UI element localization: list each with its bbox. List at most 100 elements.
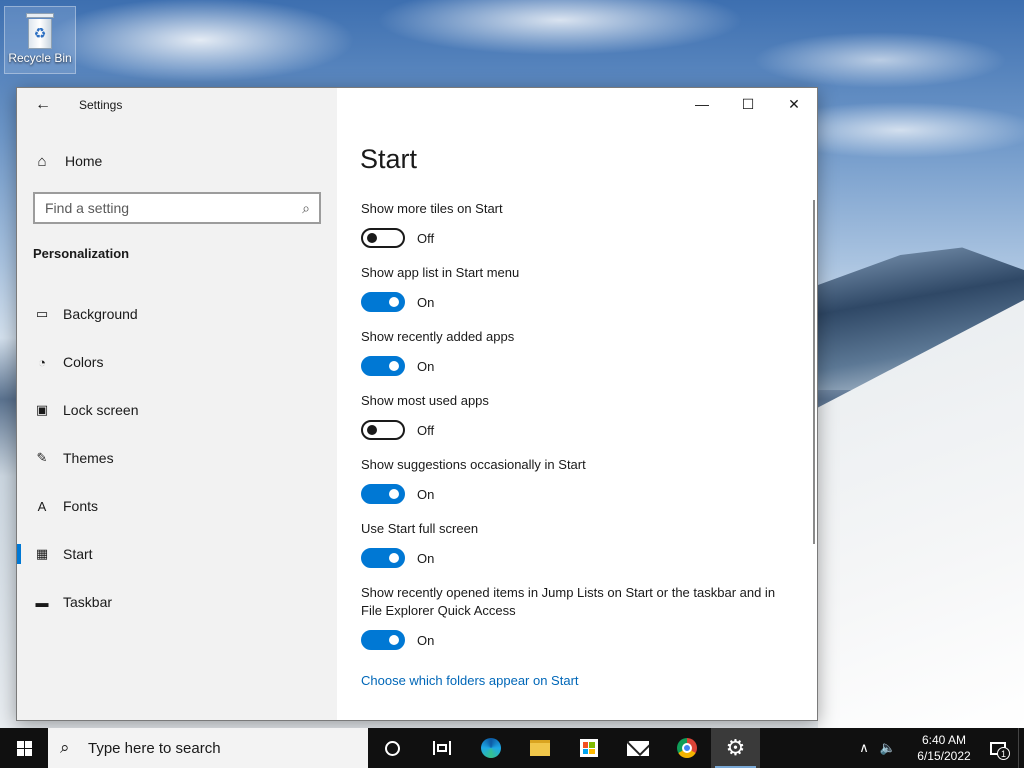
taskbar-icon: ▬ [35,594,49,610]
back-button[interactable]: ← [31,94,55,116]
taskbar-task-view[interactable] [417,728,466,768]
taskbar-settings[interactable]: ⚙ [711,728,760,768]
task-view-icon [432,741,451,755]
desktop-icon-label: Recycle Bin [8,51,72,65]
mail-icon [626,740,649,756]
sidebar-item-background[interactable]: ▭ Background [17,290,337,338]
setting-label: Show most used apps [361,393,489,408]
taskbar-search-box[interactable]: ⌕ Type here to search [48,728,368,768]
folder-icon [529,740,550,756]
taskbar-file-explorer[interactable] [515,728,564,768]
background-icon: ▭ [35,306,49,321]
toggle-row: On [361,292,781,312]
system-tray: ∧ 🔈 6:40 AM 6/15/2022 1 [852,728,1024,768]
toggle-state: Off [417,230,435,246]
arrow-left-icon: ← [35,96,51,113]
close-icon: ✕ [788,95,800,112]
app-title: Settings [79,98,123,112]
edge-icon [480,738,501,758]
lock-screen-icon: ▣ [35,402,49,417]
taskbar-cortana[interactable] [368,728,417,768]
sidebar: ← Settings ⌂ Home ⌕ Personalization ▭ Ba… [17,88,337,720]
sidebar-item-label: Start [63,546,93,562]
sidebar-item-start[interactable]: ▦ Start [17,530,337,578]
toggle-switch[interactable] [361,420,405,440]
start-button[interactable] [0,728,48,768]
sidebar-item-lock-screen[interactable]: ▣ Lock screen [17,386,337,434]
close-button[interactable]: ✕ [771,88,817,120]
taskbar-store[interactable] [564,728,613,768]
toggle-state: On [417,550,435,566]
toggle-knob [389,635,399,645]
setting-more-tiles: Show more tiles on Start Off [361,200,781,248]
toggle-row: Off [361,228,781,248]
toggle-switch[interactable] [361,548,405,568]
action-center-button[interactable]: 1 [978,728,1018,768]
toggle-knob [389,553,399,563]
sidebar-item-taskbar[interactable]: ▬ Taskbar [17,578,337,626]
sidebar-item-fonts[interactable]: A Fonts [17,482,337,530]
sidebar-item-themes[interactable]: ✎ Themes [17,434,337,482]
page-title: Start [360,144,418,174]
setting-label: Show more tiles on Start [361,201,503,216]
minimize-icon: — [695,96,709,112]
toggle-state: Off [417,422,435,438]
show-hidden-icons-chevron-up-icon[interactable]: ∧ [852,740,876,756]
notification-count-badge: 1 [997,747,1010,760]
setting-most-used: Show most used apps Off [361,392,781,440]
choose-folders-link[interactable]: Choose which folders appear on Start [361,673,579,688]
cortana-icon [385,740,400,756]
setting-recently-added: Show recently added apps On [361,328,781,376]
section-title: Personalization [33,246,130,261]
windows-logo-icon [16,740,32,756]
toggle-row: Off [361,420,781,440]
toggle-switch[interactable] [361,630,405,650]
toggle-switch[interactable] [361,356,405,376]
taskbar-pinned-apps: ⚙ [368,728,760,768]
toggle-row: On [361,630,781,650]
toggle-row: On [361,548,781,568]
toggle-knob [389,489,399,499]
toggle-switch[interactable] [361,228,405,248]
volume-icon[interactable]: 🔈 [876,740,900,756]
setting-suggestions: Show suggestions occasionally in Start O… [361,456,781,504]
toggle-switch[interactable] [361,484,405,504]
desktop-icon-recycle-bin[interactable]: ♻ Recycle Bin [4,6,76,74]
settings-list: Show more tiles on Start Off Show app li… [361,200,781,666]
sidebar-item-label: Taskbar [63,594,113,610]
settings-search: ⌕ [33,192,321,224]
themes-icon: ✎ [36,450,48,465]
toggle-state: On [417,632,435,648]
taskbar-edge[interactable] [466,728,515,768]
taskbar-mail[interactable] [613,728,662,768]
sidebar-item-home[interactable]: ⌂ Home [33,150,102,172]
taskbar-chrome[interactable] [662,728,711,768]
setting-label: Use Start full screen [361,521,479,536]
clock-date: 6/15/2022 [917,749,971,763]
sidebar-item-colors[interactable]: ◔ Colors [17,338,337,386]
search-icon: ⌕ [60,738,70,757]
search-icon[interactable]: ⌕ [293,200,319,217]
sidebar-nav: ▭ Background ◔ Colors ▣ Lock screen ✎ Th… [17,290,337,626]
setting-label: Show recently added apps [361,329,515,344]
settings-window: ← Settings ⌂ Home ⌕ Personalization ▭ Ba… [16,87,818,721]
maximize-button[interactable]: ☐ [725,88,771,120]
taskbar: ⌕ Type here to search ⚙ ∧ 🔈 6:40 AM 6/15… [0,728,1024,768]
fonts-icon: A [37,498,47,514]
show-desktop-button[interactable] [1018,728,1024,768]
sidebar-item-label: Fonts [63,498,99,514]
sidebar-item-label: Themes [63,450,114,466]
setting-label: Show suggestions occasionally in Start [361,457,586,472]
taskbar-clock[interactable]: 6:40 AM 6/15/2022 [910,732,978,764]
toggle-state: On [417,486,435,502]
toggle-row: On [361,484,781,504]
toggle-knob [367,425,377,435]
home-icon: ⌂ [37,152,47,170]
toggle-knob [367,233,377,243]
scrollbar[interactable] [813,200,815,544]
minimize-button[interactable]: — [679,88,725,120]
palette-icon: ◔ [38,354,46,370]
recycle-bin-icon: ♻ [25,13,55,49]
search-input[interactable] [35,195,293,221]
toggle-switch[interactable] [361,292,405,312]
